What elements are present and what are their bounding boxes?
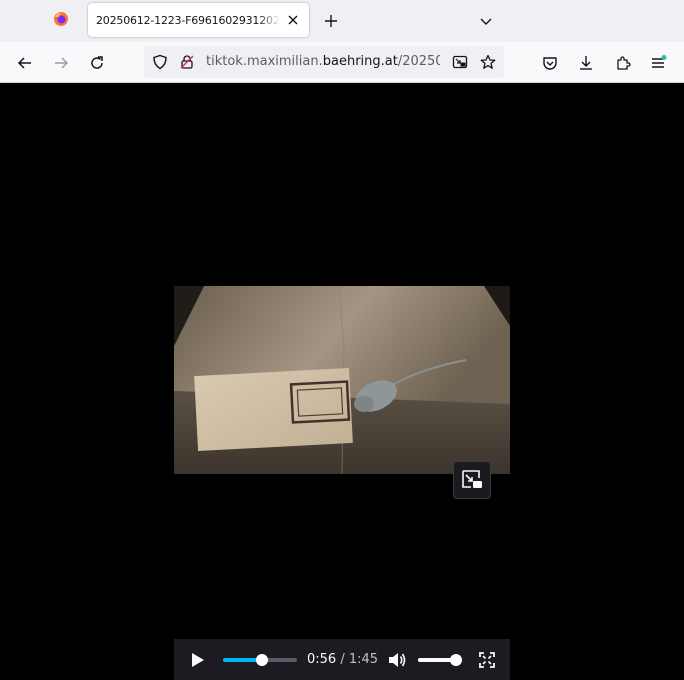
shield-icon [153,54,167,70]
volume-thumb[interactable] [449,654,462,666]
seek-thumb[interactable] [256,654,269,666]
seek-slider[interactable] [223,654,297,666]
extensions-icon [617,56,631,70]
duration: 1:45 [348,652,379,667]
forward-button[interactable] [48,50,74,76]
mute-button[interactable] [386,649,408,671]
tab-title: 20250612-1223-F696160293120211.mp4 [96,13,280,27]
volume-icon [389,653,406,667]
bookmark-star-button[interactable] [477,51,499,73]
reload-icon [91,56,103,69]
extensions-button[interactable] [610,50,636,76]
back-icon [17,57,31,69]
video-controls: 0:56 / 1:45 [174,639,510,680]
list-all-tabs-button[interactable] [475,10,497,32]
chevron-down-icon [480,18,492,25]
tab-active[interactable]: 20250612-1223-F696160293120211.mp4 [88,3,309,37]
pip-urlbar-button[interactable] [449,51,471,73]
video-still [174,286,510,474]
pip-icon [462,470,482,488]
menu-icon [652,55,667,68]
site-info-button[interactable] [176,51,198,73]
volume-slider[interactable] [418,654,462,666]
url-bar[interactable]: tiktok.maximilian.baehring.at/20250612-1… [144,46,504,78]
tab-close-button[interactable] [285,12,301,28]
page-content: 0:56 / 1:45 [1,83,684,680]
play-button[interactable] [186,649,210,671]
firefox-icon [53,11,69,31]
pocket-icon [543,57,557,70]
plus-icon [325,15,337,27]
pip-icon [452,55,468,69]
fullscreen-button[interactable] [476,649,498,671]
star-icon [480,54,496,69]
time-display: 0:56 / 1:45 [307,652,378,667]
url-text: tiktok.maximilian.baehring.at/20250612-1… [206,54,440,69]
close-icon [288,15,298,25]
current-time: 0:56 [307,652,337,667]
app-menu-button[interactable] [645,50,671,76]
tab-strip: 20250612-1223-F696160293120211.mp4 [0,0,684,42]
video-frame[interactable] [174,286,510,474]
pocket-button[interactable] [537,50,563,76]
time-separator: / [340,652,345,667]
tracking-protection-button[interactable] [149,51,171,73]
new-tab-button[interactable] [320,10,342,32]
browser-window: 20250612-1223-F696160293120211.mp4 [0,0,684,680]
fullscreen-icon [479,652,495,668]
downloads-button[interactable] [573,50,599,76]
back-button[interactable] [12,50,38,76]
firefox-view-button[interactable] [46,6,76,36]
picture-in-picture-toggle[interactable] [453,461,491,499]
forward-icon [55,57,69,69]
reload-button[interactable] [84,50,110,76]
navigation-toolbar: tiktok.maximilian.baehring.at/20250612-1… [0,42,684,83]
lock-icon [180,55,194,69]
play-icon [192,653,204,667]
download-icon [580,56,592,70]
